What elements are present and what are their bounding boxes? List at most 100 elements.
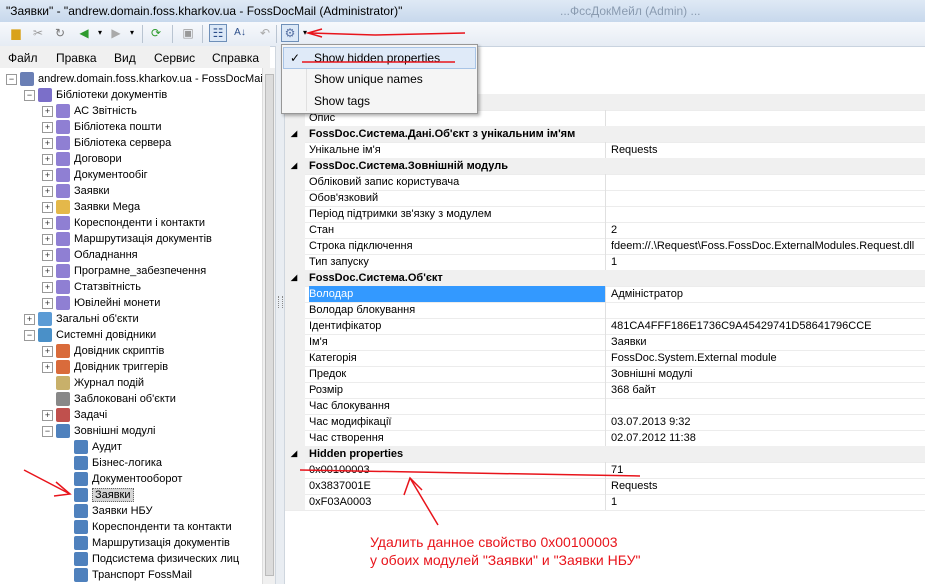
tree-item[interactable]: Кореспонденти та контакти	[60, 519, 232, 535]
property-row[interactable]: 0xF03A0003 1	[285, 494, 925, 511]
tree-item[interactable]: Заявки НБУ	[60, 503, 152, 519]
menu-help[interactable]: Справка	[212, 51, 259, 65]
property-row[interactable]: 0x00100003 71	[285, 462, 925, 479]
tree-item[interactable]: + Бібліотека пошти	[42, 119, 162, 135]
property-category[interactable]: ◢ FossDoc.Система.Дані.Об'єкт з унікальни…	[285, 126, 925, 143]
undo-icon[interactable]: ↶	[257, 25, 273, 41]
expand-icon[interactable]: +	[42, 345, 53, 357]
collapse-triangle-icon[interactable]: ◢	[291, 158, 297, 174]
property-row[interactable]: Володар блокування	[285, 302, 925, 319]
tree-item[interactable]: Бізнес-логика	[60, 455, 162, 471]
collapse-triangle-icon[interactable]: ◢	[291, 270, 297, 286]
tree-item[interactable]: Заблоковані об'єкти	[42, 391, 176, 407]
property-row[interactable]: Обліковий запис користувача	[285, 174, 925, 191]
menu-view[interactable]: Вид	[114, 51, 136, 65]
expand-icon[interactable]: +	[42, 201, 53, 213]
collapse-triangle-icon[interactable]: ◢	[291, 126, 297, 142]
expand-icon[interactable]: +	[42, 137, 53, 149]
categorized-view-icon[interactable]: ☷	[209, 24, 227, 42]
tree-item[interactable]: + Довідник скриптів	[42, 343, 164, 359]
tree-item[interactable]: + АС Звітність	[42, 103, 137, 119]
tree-item[interactable]: + Загальні об'єкти	[24, 311, 139, 327]
save-icon[interactable]: ▣	[180, 25, 196, 41]
expand-icon[interactable]: +	[42, 233, 53, 245]
tree-item[interactable]: + Бібліотека сервера	[42, 135, 171, 151]
property-value[interactable]: Зовнішні модулі	[611, 366, 921, 382]
tree-item[interactable]: + Обладнання	[42, 247, 138, 263]
tree-item[interactable]: + Заявки	[42, 183, 110, 199]
menu-item-show-tags[interactable]: Show tags	[284, 91, 474, 111]
property-row[interactable]: Володар Адміністратор	[285, 286, 925, 303]
property-row[interactable]: Час блокування	[285, 398, 925, 415]
tree-item[interactable]: + Задачі	[42, 407, 107, 423]
refresh-icon[interactable]: ↻	[52, 25, 68, 41]
chevron-down-icon[interactable]: ▾	[92, 25, 108, 41]
expand-icon[interactable]: +	[42, 105, 53, 117]
property-row[interactable]: Предок Зовнішні модулі	[285, 366, 925, 383]
expand-icon[interactable]: +	[42, 121, 53, 133]
expand-icon[interactable]: +	[24, 313, 35, 325]
pane-splitter[interactable]	[275, 46, 285, 584]
property-row[interactable]: 0x3837001E Requests	[285, 478, 925, 495]
menu-file[interactable]: Файл	[8, 51, 38, 65]
expand-icon[interactable]: +	[42, 249, 53, 261]
tree-item[interactable]: Заявки	[60, 487, 134, 503]
collapse-icon[interactable]: −	[42, 425, 53, 437]
property-value[interactable]: fdeem://.\Request\Foss.FossDoc.ExternalM…	[611, 238, 921, 254]
tree-item[interactable]: + Програмне_забезпечення	[42, 263, 206, 279]
tree-scrollbar[interactable]	[262, 68, 275, 584]
cut-icon[interactable]: ✂	[30, 25, 46, 41]
tree-item[interactable]: Аудит	[60, 439, 122, 455]
reload-icon[interactable]: ⟳	[148, 25, 164, 41]
menu-service[interactable]: Сервис	[154, 51, 195, 65]
property-row[interactable]: Категорія FossDoc.System.External module	[285, 350, 925, 367]
scrollbar-thumb[interactable]	[265, 74, 274, 576]
expand-icon[interactable]: +	[42, 409, 53, 421]
property-value[interactable]: Заявки	[611, 334, 921, 350]
property-value[interactable]: 71	[611, 462, 921, 478]
tree-item[interactable]: + Договори	[42, 151, 122, 167]
expand-icon[interactable]: +	[42, 217, 53, 229]
property-row[interactable]: Період підтримки зв'язку з модулем	[285, 206, 925, 223]
sort-alphabetical-icon[interactable]: A↓	[232, 25, 248, 41]
property-value[interactable]	[611, 206, 921, 222]
property-value[interactable]	[611, 302, 921, 318]
menu-item-show-unique-names[interactable]: Show unique names	[284, 69, 474, 89]
collapse-icon[interactable]: −	[24, 329, 35, 341]
property-value[interactable]: 2	[611, 222, 921, 238]
chevron-down-icon[interactable]: ▾	[124, 25, 140, 41]
property-row[interactable]: Ідентифікатор 481CA4FFF186E1736C9A4542974…	[285, 318, 925, 335]
property-value[interactable]: 1	[611, 494, 921, 510]
property-value[interactable]: Requests	[611, 142, 921, 158]
property-row[interactable]: Строка підключення fdeem://.\Request\Foss…	[285, 238, 925, 255]
property-row[interactable]: Ім'я Заявки	[285, 334, 925, 351]
menu-item-show-hidden-properties[interactable]: ✓ Show hidden properties	[283, 47, 476, 69]
splitter-grip[interactable]	[278, 296, 283, 308]
tree-item[interactable]: − Зовнішні модулі	[42, 423, 156, 439]
tree-item[interactable]: + Довідник триггерів	[42, 359, 168, 375]
tree-item[interactable]: + Статзвітність	[42, 279, 141, 295]
collapse-icon[interactable]: −	[6, 73, 17, 85]
property-value[interactable]: Адміністратор	[611, 286, 921, 302]
property-value[interactable]	[611, 110, 921, 126]
tree-item[interactable]: + Заявки Mega	[42, 199, 140, 215]
tree-item[interactable]: − Системні довідники	[24, 327, 156, 343]
property-row[interactable]: Унікальне ім'я Requests	[285, 142, 925, 159]
expand-icon[interactable]: +	[42, 281, 53, 293]
expand-icon[interactable]: +	[42, 153, 53, 165]
expand-icon[interactable]: +	[42, 169, 53, 181]
expand-icon[interactable]: +	[42, 361, 53, 373]
property-value[interactable]	[611, 398, 921, 414]
folder-icon[interactable]: ▆	[8, 25, 24, 41]
tree-item[interactable]: Подсистема физических лиц	[60, 551, 239, 567]
property-value[interactable]: 368 байт	[611, 382, 921, 398]
tree-item[interactable]: + Кореспонденти і контакти	[42, 215, 205, 231]
property-value[interactable]	[611, 190, 921, 206]
chevron-down-icon[interactable]: ▾	[297, 25, 313, 41]
property-row[interactable]: Стан 2	[285, 222, 925, 239]
tree-item[interactable]: Маршрутизація документів	[60, 535, 230, 551]
property-grid[interactable]: ◢з описомОпис◢FossDoc.Система.Дані.Об'єк…	[285, 68, 925, 584]
property-category[interactable]: ◢ FossDoc.Система.Зовнішній модуль	[285, 158, 925, 175]
tree-item[interactable]: + Документообіг	[42, 167, 148, 183]
property-value[interactable]: 1	[611, 254, 921, 270]
